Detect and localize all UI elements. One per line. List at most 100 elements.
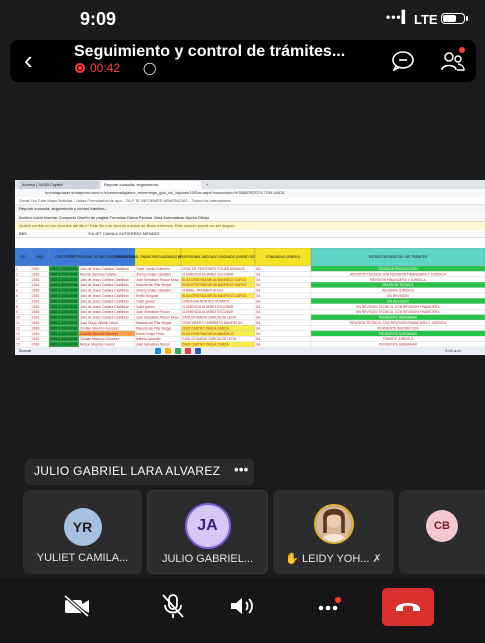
table-cell-text: 2016 (32, 321, 40, 325)
table-cell-text: 2016 (32, 343, 40, 347)
table-cell (254, 271, 312, 277)
windows-taskbar: Buscar 9:09 a.m. (15, 347, 485, 355)
taskbar-excel-icon[interactable] (175, 348, 181, 354)
table-cell-text: Emilio Borgoan (136, 294, 159, 298)
recording-icon (75, 63, 85, 73)
table-cell-text: 14 (16, 337, 20, 341)
taskbar-folder-icon[interactable] (165, 348, 171, 354)
table-cell-text: 2016 (32, 299, 40, 303)
shared-screen[interactable]: Acceso | SASB Copilot Reporte consulta, … (15, 180, 485, 355)
table-cell-text: Julio de Jesus Caldera Castilblan (80, 278, 129, 282)
table-cell-text: 1067-1-1004-2016 (50, 316, 77, 320)
table-cell-text: 2016 (32, 305, 40, 309)
table-cell-text: CLEMENCIA ALVAREZ ESCOBAR (182, 272, 234, 276)
table-cell-text: 1067-1-1004-2016 (50, 326, 77, 330)
back-chevron-icon[interactable]: ‹ (24, 47, 33, 73)
table-cell-text: 2 (16, 272, 18, 276)
table-cell-text: Marcela del Pilar Melgar (136, 283, 172, 287)
table-cell-text: Julio de Jesus Caldera Castilblan (80, 289, 129, 293)
header-label: ESTADO DEFINIDO DE LOS TRÁMITES (369, 255, 428, 259)
excel-ribbon[interactable]: Archivo Inicio Insertar Compartir Diseño… (15, 213, 485, 222)
speaker-button[interactable] (222, 588, 264, 624)
table-cell-text: ELSA CRISTINA MEJIA BANFIELD (182, 332, 234, 336)
table-cell-text: CRUZ DE PENTONRO YOLIAD ARANIOS (182, 267, 246, 271)
browser-tab-active[interactable]: Reporte consulta, seguimiento (101, 181, 201, 189)
table-cell-text: CIRO CASTRO PAULA CARCA (182, 343, 229, 347)
header-label: PROFESIONAL ABOGADO ASIGNADO (ENERO 2024… (178, 255, 257, 259)
table-cell-text: Julio de Jesus Caldera Castilblan (80, 310, 129, 314)
table-cell-text: Cristian Mauricio Gonzalez (80, 326, 120, 330)
participant-tile[interactable]: ✋ LEIDY YOH... ✗ (273, 490, 394, 574)
table-cell-text: 12 (16, 326, 20, 330)
table-cell-text: Julio de Jesus Caldera Castilblan (80, 299, 129, 303)
participant-tile[interactable]: YR YULIET CAMILA... (23, 490, 142, 574)
table-cell-text: PENDIENTE SUBSANAR (379, 316, 418, 320)
table-cell-text: CLEMENCIA ALVAREZ ESCOBAR (182, 305, 234, 309)
table-cell (254, 276, 312, 283)
participant-name-text: LEIDY YOH... (302, 553, 370, 565)
table-cell-text: ELSA CRISTINA MEJIA BANFIELD CARCA (182, 283, 247, 287)
formula-bar[interactable]: BB5 YULIET CAMILA GUTIERREZ MENDEZ (15, 230, 485, 238)
chat-icon[interactable] (392, 51, 414, 71)
address-bar[interactable]: bmuniapnacer.sharepoint.com/:x:/r/person… (15, 189, 485, 197)
participant-tile[interactable]: JA JULIO GABRIEL... (147, 490, 268, 574)
table-cell (254, 282, 312, 288)
participant-name: JULIO GABRIEL... (161, 553, 254, 565)
table-cell-text: 2016 (32, 337, 40, 341)
table-cell-text: 1067-1-1004-2016 (50, 278, 77, 282)
status-time: 9:09 (80, 9, 117, 29)
table-cell-text: Julio de Jesus Caldera Castilblan (80, 305, 129, 309)
taskbar-teams-icon[interactable] (195, 348, 201, 354)
spreadsheet-grid[interactable]: ITE AÑO CONTRATOPROFESIONAL TÉCNICO ASIGNA… (15, 248, 485, 348)
notification-dot (459, 47, 465, 53)
table-cell-text: TRAMITE JURIDICO (383, 337, 414, 341)
more-icon[interactable]: ••• (234, 462, 249, 477)
camera-button[interactable] (56, 588, 98, 624)
table-cell-text: 5 (16, 289, 18, 293)
new-tab-button[interactable]: + (203, 181, 213, 189)
table-cell-text: PENDIENTE INSCRIPCION (377, 326, 419, 330)
taskbar-edge-icon[interactable] (155, 348, 161, 354)
formula-value: YULIET CAMILA GUTIERREZ MENDEZ (87, 231, 160, 236)
more-options-button[interactable] (308, 588, 350, 624)
excel-title: Reporte consulta, seguimiento y control … (15, 205, 485, 213)
table-cell-text: 1067-1-1004-2016 (50, 267, 77, 271)
bookmarks-bar[interactable]: Gmail YouTube Maps Noticias / Listas For… (15, 197, 485, 205)
table-cell-text: PENDIENTE SUBSANAR (379, 343, 418, 347)
mic-off-icon (162, 594, 184, 618)
browser-tab[interactable]: Acceso | SASB Copilot (19, 181, 99, 189)
network-type: LTE (414, 12, 438, 27)
table-cell-text: 15 (16, 343, 20, 347)
taskbar-search[interactable]: Buscar (19, 347, 31, 355)
table-cell-text: 1067-1-1004-2016 (50, 343, 77, 347)
table-cell-text: Julio de Jesus Caldera Castilblan (80, 294, 129, 298)
table-cell (254, 298, 312, 304)
table-cell-text: 6 (16, 294, 18, 298)
table-cell-text: 2016 (32, 316, 40, 320)
participants-icon[interactable] (441, 50, 465, 74)
more-icon (318, 597, 341, 611)
table-cell (254, 303, 312, 310)
table-cell-text: 2016 (32, 326, 40, 330)
active-speaker-label[interactable]: JULIO GABRIEL LARA ALVAREZ ••• (25, 459, 254, 485)
table-cell-text: 1067-1-1004-2016 (50, 321, 77, 325)
table-cell-text: Marcela del Pilar Melgar (136, 326, 172, 330)
table-cell-text: Juan Sebastian Rincon (136, 343, 170, 347)
table-cell-text: 13 (16, 332, 20, 336)
table-cell-text: Yuliet gomez (136, 299, 155, 303)
table-cell (254, 330, 312, 337)
table-cell-text: REVISION JURIDICA (382, 289, 415, 293)
taskbar-chrome-icon[interactable] (185, 348, 191, 354)
mute-button[interactable] (152, 588, 194, 624)
table-cell-text: REVISION TECNICA CON REVISION FINANCIERA… (350, 272, 446, 276)
speaker-icon (231, 598, 253, 614)
participant-tile[interactable]: CB (399, 490, 485, 574)
table-cell-text: EN REVISION TECNICA, CON REVISION FINANC… (356, 305, 440, 309)
end-call-button[interactable] (382, 588, 434, 626)
table-cell-text: Julio de Jesus Caldera Castilblan (80, 267, 129, 271)
table-cell (254, 287, 312, 294)
table-cell-text: EN REVISION (387, 299, 409, 303)
taskbar-clock: 9:09 a.m. (445, 348, 462, 353)
speaker-name: JULIO GABRIEL LARA ALVAREZ (34, 464, 221, 478)
table-cell-text: 1 (16, 267, 18, 271)
